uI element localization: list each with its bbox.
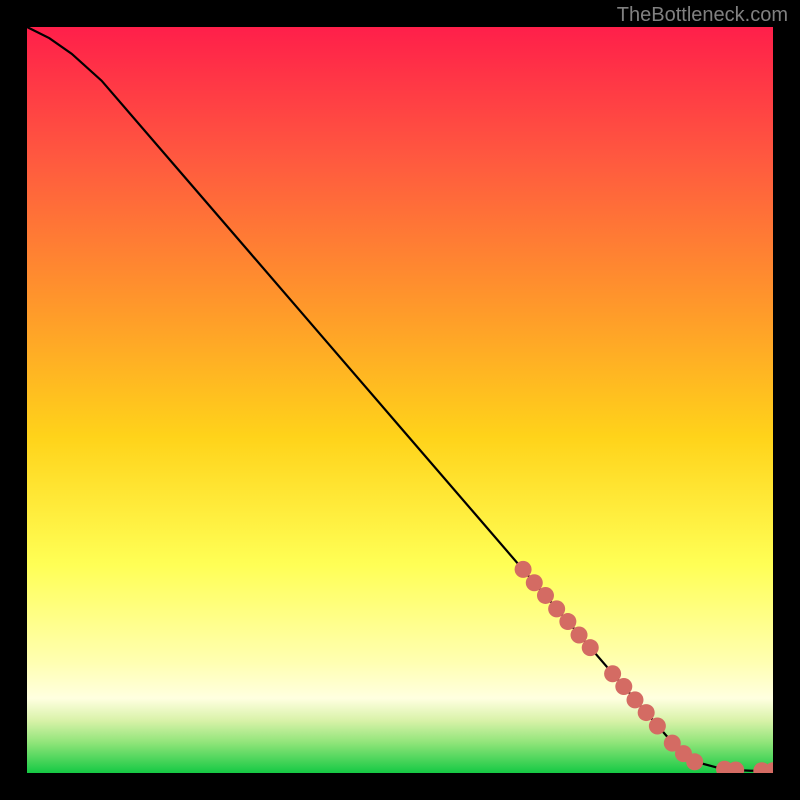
scatter-dot bbox=[537, 587, 554, 604]
scatter-dot bbox=[571, 626, 588, 643]
scatter-dot bbox=[626, 691, 643, 708]
scatter-dot bbox=[515, 561, 532, 578]
scatter-dot bbox=[604, 665, 621, 682]
scatter-dot bbox=[582, 639, 599, 656]
plot-area bbox=[27, 27, 773, 773]
scatter-dot bbox=[649, 718, 666, 735]
scatter-dot bbox=[548, 600, 565, 617]
attribution-text: TheBottleneck.com bbox=[617, 4, 788, 27]
chart-svg bbox=[27, 27, 773, 773]
heat-gradient bbox=[27, 27, 773, 773]
scatter-dot bbox=[559, 613, 576, 630]
scatter-dot bbox=[686, 753, 703, 770]
chart-root: TheBottleneck.com bbox=[0, 0, 800, 800]
scatter-dot bbox=[638, 704, 655, 721]
scatter-dot bbox=[615, 678, 632, 695]
scatter-dot bbox=[526, 574, 543, 591]
